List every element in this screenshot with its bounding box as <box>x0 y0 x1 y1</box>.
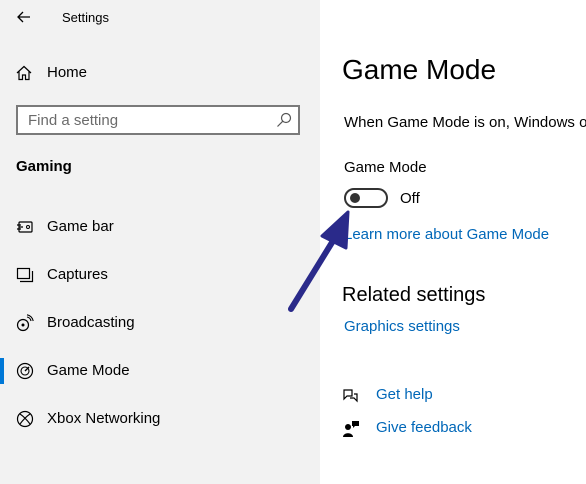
home-icon <box>16 65 32 81</box>
sidebar: Settings Home Gaming Game bar Captures <box>0 0 320 484</box>
xbox-icon <box>16 410 34 428</box>
help-chat-icon <box>343 389 358 403</box>
game-mode-icon <box>16 362 34 380</box>
toggle-knob <box>350 193 360 203</box>
sidebar-item-game-bar[interactable]: Game bar <box>0 210 320 244</box>
sidebar-item-label: Captures <box>47 266 108 283</box>
give-feedback-link[interactable]: Give feedback <box>376 419 472 436</box>
back-button[interactable] <box>12 6 36 28</box>
nav-home-label: Home <box>47 64 88 81</box>
sidebar-item-label: Game Mode <box>47 362 130 379</box>
captures-icon <box>16 267 34 283</box>
game-bar-icon <box>17 221 33 233</box>
learn-more-link[interactable]: Learn more about Game Mode <box>344 226 549 243</box>
description-text: When Game Mode is on, Windows o <box>344 114 586 131</box>
page-title: Game Mode <box>342 54 497 85</box>
graphics-settings-link[interactable]: Graphics settings <box>344 318 460 335</box>
nav-home[interactable]: Home <box>0 58 320 88</box>
search-box <box>16 105 300 135</box>
sidebar-item-label: Broadcasting <box>47 314 135 331</box>
toggle-state-label: Off <box>400 190 420 207</box>
section-title: Gaming <box>16 158 72 175</box>
game-mode-toggle[interactable] <box>344 188 388 208</box>
sidebar-item-captures[interactable]: Captures <box>0 258 320 292</box>
search-input[interactable] <box>18 107 278 133</box>
back-arrow-icon <box>17 11 30 23</box>
sidebar-item-broadcasting[interactable]: Broadcasting <box>0 306 320 340</box>
related-settings-heading: Related settings <box>342 284 486 306</box>
selected-indicator <box>0 358 4 384</box>
search-icon[interactable] <box>276 112 292 128</box>
sidebar-item-label: Game bar <box>47 218 114 235</box>
get-help-link[interactable]: Get help <box>376 386 433 403</box>
app-title: Settings <box>62 10 109 25</box>
broadcasting-icon <box>16 314 34 332</box>
sidebar-item-xbox-networking[interactable]: Xbox Networking <box>0 402 320 436</box>
main-content: Game Mode When Game Mode is on, Windows … <box>320 0 586 484</box>
sidebar-item-label: Xbox Networking <box>47 410 161 427</box>
feedback-icon <box>343 421 359 437</box>
sidebar-item-game-mode[interactable]: Game Mode <box>0 354 320 388</box>
title-bar: Settings <box>0 0 320 40</box>
game-mode-toggle-label: Game Mode <box>344 159 427 176</box>
